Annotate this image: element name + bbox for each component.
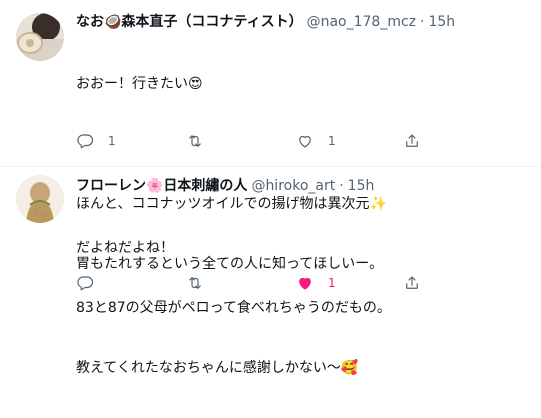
avatar-image [16, 175, 64, 223]
tweet-actions: 1 [76, 273, 516, 293]
share-icon [406, 276, 418, 289]
like-count: 1 [328, 134, 336, 148]
tweet-line: おおー！行きたい😍 [76, 76, 203, 92]
like-icon [299, 135, 311, 148]
display-name[interactable]: フローレン🌸日本刺繡の人 [76, 178, 247, 194]
display-name[interactable]: なお🥥森本直子（ココナティスト） [76, 14, 303, 30]
like-icon [299, 277, 311, 290]
tweet-line: 83と87の父母がペロって食べれちゃうのだもの。 [76, 300, 391, 316]
retweet-icon [189, 135, 201, 147]
retweet-icon [189, 277, 201, 289]
reply-button[interactable] [76, 273, 108, 293]
reply-button[interactable]: 1 [76, 131, 116, 151]
handle[interactable]: @nao_178_mcz [307, 14, 416, 30]
avatar[interactable] [16, 13, 64, 61]
separator-dot: · [420, 14, 425, 30]
timestamp[interactable]: 15h [348, 178, 375, 194]
avatar-image [16, 13, 64, 61]
share-button[interactable] [403, 131, 421, 151]
handle[interactable]: @hiroko_art [251, 178, 335, 194]
retweet-button[interactable] [186, 273, 218, 293]
tweet-line: 教えてくれたなおちゃんに感謝しかない〜🥰 [76, 360, 359, 376]
reply-icon [77, 134, 94, 149]
reply-tweet[interactable]: フローレン🌸日本刺繡の人 @hiroko_art · 15h だよねだよね！ 83と8… [0, 167, 541, 376]
like-button[interactable]: 1 [296, 273, 336, 293]
reply-count: 1 [108, 134, 116, 148]
share-icon [406, 134, 418, 147]
tweet-line: だよねだよね！ [76, 240, 174, 256]
tweet-text: だよねだよね！ 83と87の父母がペロって食べれちゃうのだもの。 教えてくれたな… [76, 198, 529, 418]
separator-dot: · [339, 178, 344, 194]
like-count: 1 [328, 276, 336, 290]
share-button[interactable] [403, 273, 421, 293]
timestamp[interactable]: 15h [428, 14, 455, 30]
avatar[interactable] [16, 175, 64, 223]
like-button[interactable]: 1 [296, 131, 336, 151]
retweet-button[interactable] [186, 131, 218, 151]
reply-tweet[interactable]: なお🥥森本直子（ココナティスト） @nao_178_mcz · 15h おおー！行きた… [0, 0, 541, 272]
reply-icon [77, 276, 94, 291]
tweet-actions: 1 1 [76, 131, 516, 151]
